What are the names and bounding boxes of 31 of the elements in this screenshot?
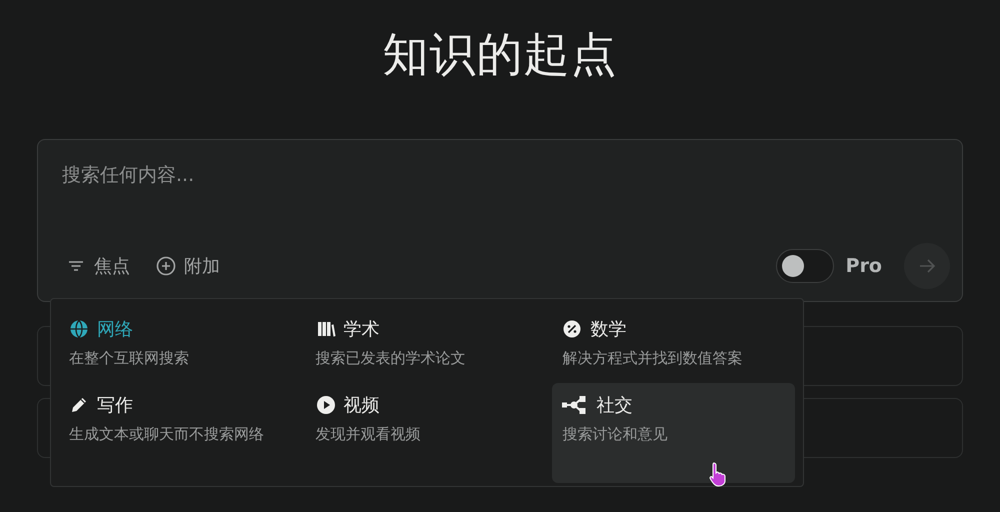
attach-button[interactable]: 附加 [152, 250, 224, 282]
books-icon [316, 319, 336, 339]
option-description: 搜索讨论和意见 [562, 424, 668, 445]
focus-option[interactable]: 网络 在整个互联网搜索 [59, 307, 302, 379]
hand-cursor-icon [709, 461, 727, 487]
option-label: 视频 [344, 394, 380, 417]
math-icon [562, 319, 582, 339]
pencil-icon [69, 395, 89, 415]
plus-circle-icon [156, 256, 176, 276]
focus-button[interactable]: 焦点 [62, 250, 134, 282]
option-label: 学术 [344, 318, 380, 341]
play-icon [316, 395, 336, 415]
option-description: 在整个互联网搜索 [69, 348, 190, 369]
search-field[interactable]: 搜索任何内容... [62, 164, 662, 186]
option-description: 解决方程式并找到数值答案 [562, 348, 744, 369]
network-icon [562, 395, 588, 415]
option-description: 发现并观看视频 [316, 424, 422, 445]
option-label: 数学 [590, 318, 626, 341]
option-description: 搜索已发表的学术论文 [316, 348, 467, 369]
page-title: 知识的起点 [382, 26, 618, 83]
option-label: 网络 [97, 318, 133, 341]
focus-option[interactable]: 写作 生成文本或聊天而不搜索网络 [59, 383, 302, 483]
focus-option[interactable]: 学术 搜索已发表的学术论文 [306, 307, 548, 379]
focus-option[interactable]: 数学 解决方程式并找到数值答案 [552, 307, 795, 379]
globe-icon [69, 319, 89, 339]
pro-label: Pro [846, 255, 882, 277]
focus-option[interactable]: 视频 发现并观看视频 [306, 383, 548, 483]
option-description: 生成文本或聊天而不搜索网络 [69, 424, 265, 445]
option-label: 写作 [97, 394, 133, 417]
pro-toggle[interactable] [776, 249, 834, 283]
option-label: 社交 [596, 394, 632, 417]
